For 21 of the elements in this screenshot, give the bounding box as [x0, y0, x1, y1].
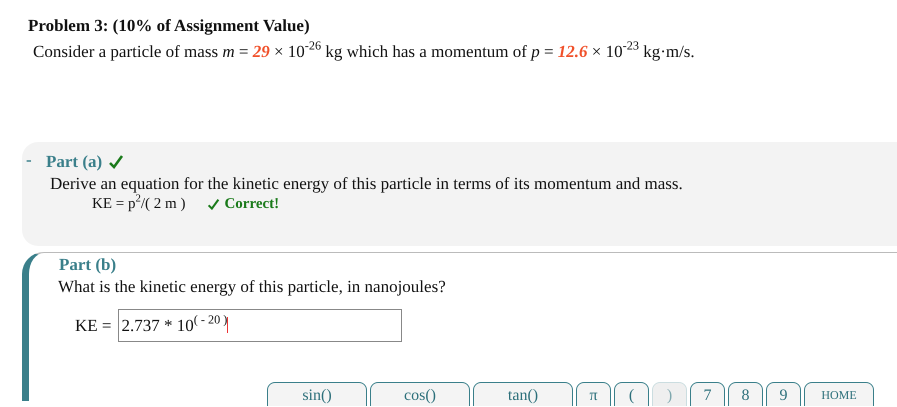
problem-statement: Consider a particle of mass m = 29 × 10$^{-26}$ kg which has a momentum of p = 12.6 × 10$^{-23}$ kg·m/s. — [33, 42, 696, 62]
problem-title: Problem 3: (10% of Assignment Value) — [28, 16, 311, 36]
part-title: Part (a) — [46, 152, 102, 172]
collapse-toggle[interactable]: - — [26, 150, 32, 170]
field-label: KE = — [75, 316, 112, 336]
keypad-key[interactable]: sin() — [267, 382, 367, 406]
check-icon — [207, 198, 220, 211]
question-text: What is the kinetic energy of this particle, in nanojoules? — [58, 277, 447, 297]
part-title: Part (b) — [59, 255, 116, 275]
keypad-key[interactable]: cos() — [370, 382, 470, 406]
keypad-key[interactable]: 9 — [766, 382, 801, 406]
answer-field[interactable]: 2.737 * 10$^{( - 20 )}$ — [118, 309, 402, 342]
keypad-key[interactable]: 7 — [690, 382, 725, 406]
feedback-text: Correct! — [224, 196, 280, 213]
keypad-key[interactable]: 8 — [728, 382, 763, 406]
question-text: Derive an equation for the kinetic energy of this particle in terms of its momentum and mass. — [50, 174, 684, 194]
keypad-key[interactable]: HOME — [804, 382, 874, 406]
keypad-key[interactable]: tan() — [473, 382, 573, 406]
keypad-key[interactable]: π — [576, 382, 611, 406]
keypad-key[interactable]: ( — [614, 382, 649, 406]
answer-text: KE = p$^{2}$/( 2 m ) — [92, 196, 186, 213]
